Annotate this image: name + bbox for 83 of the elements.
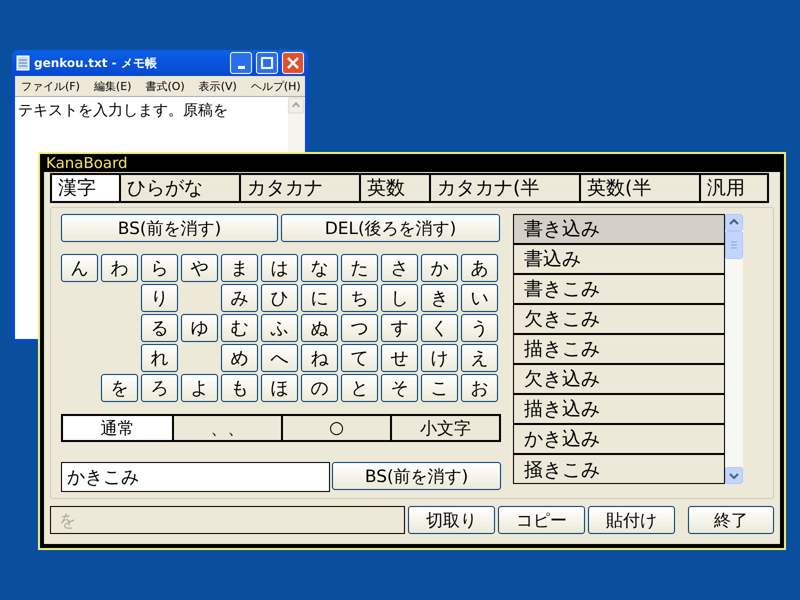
close-button[interactable] xyxy=(282,52,304,74)
kana-key[interactable]: つ xyxy=(341,314,378,342)
kana-key[interactable]: ひ xyxy=(261,284,298,312)
kana-key[interactable]: に xyxy=(301,284,338,312)
tab[interactable]: カタカナ(半 xyxy=(429,173,581,203)
tab[interactable]: ひらがな xyxy=(119,173,241,203)
notepad-icon xyxy=(16,55,30,71)
kana-key[interactable]: お xyxy=(461,374,498,402)
kana-key[interactable]: か xyxy=(421,254,458,282)
kana-key[interactable]: す xyxy=(381,314,418,342)
maximize-button[interactable] xyxy=(256,52,278,74)
tab[interactable]: 英数 xyxy=(359,173,431,203)
kana-key[interactable]: う xyxy=(461,314,498,342)
kana-key[interactable]: わ xyxy=(101,254,138,282)
candidate-item[interactable]: 書き込み xyxy=(514,215,724,245)
kana-key[interactable]: と xyxy=(341,374,378,402)
backspace-button[interactable]: BS(前を消す) xyxy=(332,462,501,490)
kana-key[interactable]: る xyxy=(141,314,178,342)
document-text[interactable]: テキストを入力します。原稿を xyxy=(18,101,228,120)
kana-key[interactable]: め xyxy=(221,344,258,372)
minimize-button[interactable] xyxy=(230,52,252,74)
menu-item[interactable]: ヘルプ(H) xyxy=(250,78,301,94)
kana-key[interactable]: も xyxy=(221,374,258,402)
kana-key[interactable]: ら xyxy=(141,254,178,282)
tab[interactable]: カタカナ xyxy=(239,173,361,203)
mode-option[interactable]: 通常 xyxy=(63,416,172,440)
menu-item[interactable]: 編集(E) xyxy=(94,78,132,94)
kana-key[interactable]: り xyxy=(141,284,178,312)
kana-key[interactable]: ふ xyxy=(261,314,298,342)
tab[interactable]: 漢字 xyxy=(50,173,121,203)
tab[interactable]: 英数(半 xyxy=(579,173,701,203)
kana-key[interactable]: さ xyxy=(381,254,418,282)
status-field: を xyxy=(50,506,405,534)
menu-item[interactable]: 表示(V) xyxy=(198,78,237,94)
exit-button[interactable]: 終了 xyxy=(688,506,774,534)
kana-key[interactable]: こ xyxy=(421,374,458,402)
kana-key[interactable]: た xyxy=(341,254,378,282)
scroll-down-icon[interactable] xyxy=(725,467,743,484)
kana-key[interactable]: ね xyxy=(301,344,338,372)
kana-key[interactable]: せ xyxy=(381,344,418,372)
tab[interactable]: 汎用 xyxy=(699,173,769,203)
kana-key[interactable]: よ xyxy=(181,374,218,402)
kana-key[interactable]: ち xyxy=(341,284,378,312)
kana-key[interactable]: ろ xyxy=(141,374,178,402)
kana-key[interactable]: き xyxy=(421,284,458,312)
kana-key[interactable]: む xyxy=(221,314,258,342)
window-title: genkou.txt - メモ帳 xyxy=(34,54,158,72)
menu-item[interactable]: ファイル(F) xyxy=(21,78,80,94)
scrollbar[interactable] xyxy=(725,214,743,484)
scroll-thumb[interactable] xyxy=(725,231,743,259)
kana-key[interactable]: い xyxy=(461,284,498,312)
kana-key[interactable]: は xyxy=(261,254,298,282)
action-button[interactable]: 切取り xyxy=(408,506,495,534)
input-field[interactable]: かきこみ xyxy=(61,462,330,492)
kana-key[interactable]: ん xyxy=(61,254,98,282)
minimize-icon xyxy=(238,66,244,68)
kana-key[interactable]: て xyxy=(341,344,378,372)
kana-key[interactable]: ま xyxy=(221,254,258,282)
action-button[interactable]: 貼付け xyxy=(588,506,675,534)
scroll-up-icon[interactable] xyxy=(725,214,743,231)
kana-key[interactable]: ぬ xyxy=(301,314,338,342)
delete-button[interactable]: DEL(後ろを消す) xyxy=(281,214,500,242)
kana-key[interactable]: れ xyxy=(141,344,178,372)
kana-key[interactable]: な xyxy=(301,254,338,282)
kana-key[interactable]: そ xyxy=(381,374,418,402)
kana-key[interactable]: く xyxy=(421,314,458,342)
action-button[interactable]: コピー xyxy=(498,506,585,534)
kana-key[interactable]: ほ xyxy=(261,374,298,402)
kana-key[interactable]: へ xyxy=(261,344,298,372)
kana-key[interactable]: あ xyxy=(461,254,498,282)
backspace-button[interactable]: BS(前を消す) xyxy=(61,214,278,242)
window-title: KanaBoard xyxy=(45,154,129,172)
kana-key[interactable]: を xyxy=(101,374,138,402)
kana-key[interactable]: や xyxy=(181,254,218,282)
kana-key[interactable]: け xyxy=(421,344,458,372)
kana-key[interactable]: み xyxy=(221,284,258,312)
close-icon xyxy=(287,57,299,69)
kana-key[interactable]: し xyxy=(381,284,418,312)
kana-key[interactable]: の xyxy=(301,374,338,402)
menu-item[interactable]: 書式(O) xyxy=(145,78,185,94)
kana-key[interactable]: え xyxy=(461,344,498,372)
maximize-icon xyxy=(261,57,273,69)
kana-key[interactable]: ゆ xyxy=(181,314,218,342)
